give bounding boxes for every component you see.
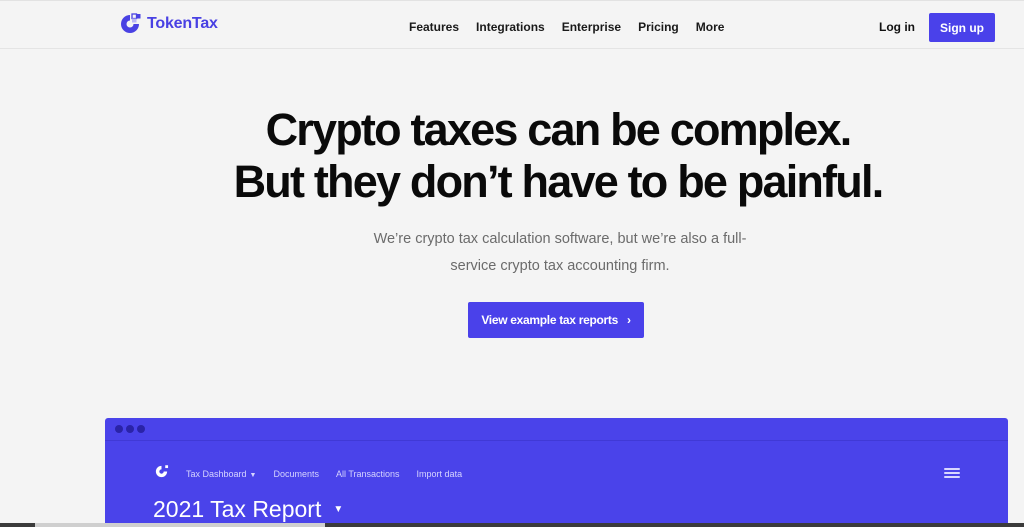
preview-nav: Tax Dashboard ▼ Documents All Transaction…	[154, 464, 462, 484]
nav-more[interactable]: More	[696, 20, 725, 34]
brand-name: TokenTax	[147, 15, 218, 32]
preview-nav-import-data[interactable]: Import data	[417, 469, 463, 479]
preview-nav-label: Tax Dashboard	[186, 469, 247, 479]
brand-logo[interactable]: TokenTax	[118, 12, 218, 36]
nav-pricing[interactable]: Pricing	[638, 20, 679, 34]
window-dot-icon	[137, 425, 145, 433]
chevron-right-icon: ›	[626, 313, 631, 327]
site-header: TokenTax Features Integrations Enterpris…	[0, 1, 1024, 49]
tokentax-logo-icon	[121, 13, 141, 33]
hero-subtitle-line-2: service crypto tax accounting firm.	[450, 258, 670, 274]
taskbar-highlight	[35, 523, 325, 527]
signup-button[interactable]: Sign up	[929, 13, 995, 42]
nav-enterprise[interactable]: Enterprise	[562, 20, 621, 34]
window-dot-icon	[126, 425, 134, 433]
caret-down-icon: ▼	[333, 504, 344, 515]
screen-bottom-edge	[0, 523, 1024, 527]
hero-title-line-1: Crypto taxes can be complex.	[265, 104, 853, 155]
hero-subtitle-line-1: We’re crypto tax calculation software, b…	[373, 231, 747, 247]
preview-nav-tax-dashboard[interactable]: Tax Dashboard ▼	[186, 469, 256, 479]
dashboard-preview: Tax Dashboard ▼ Documents All Transaction…	[105, 418, 1008, 527]
nav-integrations[interactable]: Integrations	[476, 20, 545, 34]
caret-down-icon: ▼	[249, 472, 257, 479]
tax-report-title: 2021 Tax Report	[153, 496, 322, 522]
hero-subtitle: We’re crypto tax calculation software, b…	[340, 226, 780, 280]
tax-report-year-selector[interactable]: 2021 Tax Report ▼	[153, 496, 343, 523]
nav-features[interactable]: Features	[409, 20, 459, 34]
tokentax-logo-icon[interactable]	[154, 464, 169, 484]
login-link[interactable]: Log in	[879, 20, 915, 34]
primary-nav: Features Integrations Enterprise Pricing…	[409, 20, 741, 34]
cta-label: View example tax reports	[481, 313, 618, 327]
window-dot-icon	[115, 425, 123, 433]
hero-title: Crypto taxes can be complex. But they do…	[0, 104, 1024, 208]
view-example-reports-button[interactable]: View example tax reports ›	[468, 302, 644, 338]
window-titlebar	[105, 418, 1008, 441]
preview-nav-all-transactions[interactable]: All Transactions	[336, 469, 400, 479]
hero-title-line-2: But they don’t have to be painful.	[233, 156, 885, 207]
hamburger-icon[interactable]	[944, 468, 960, 479]
preview-nav-documents[interactable]: Documents	[273, 469, 319, 479]
